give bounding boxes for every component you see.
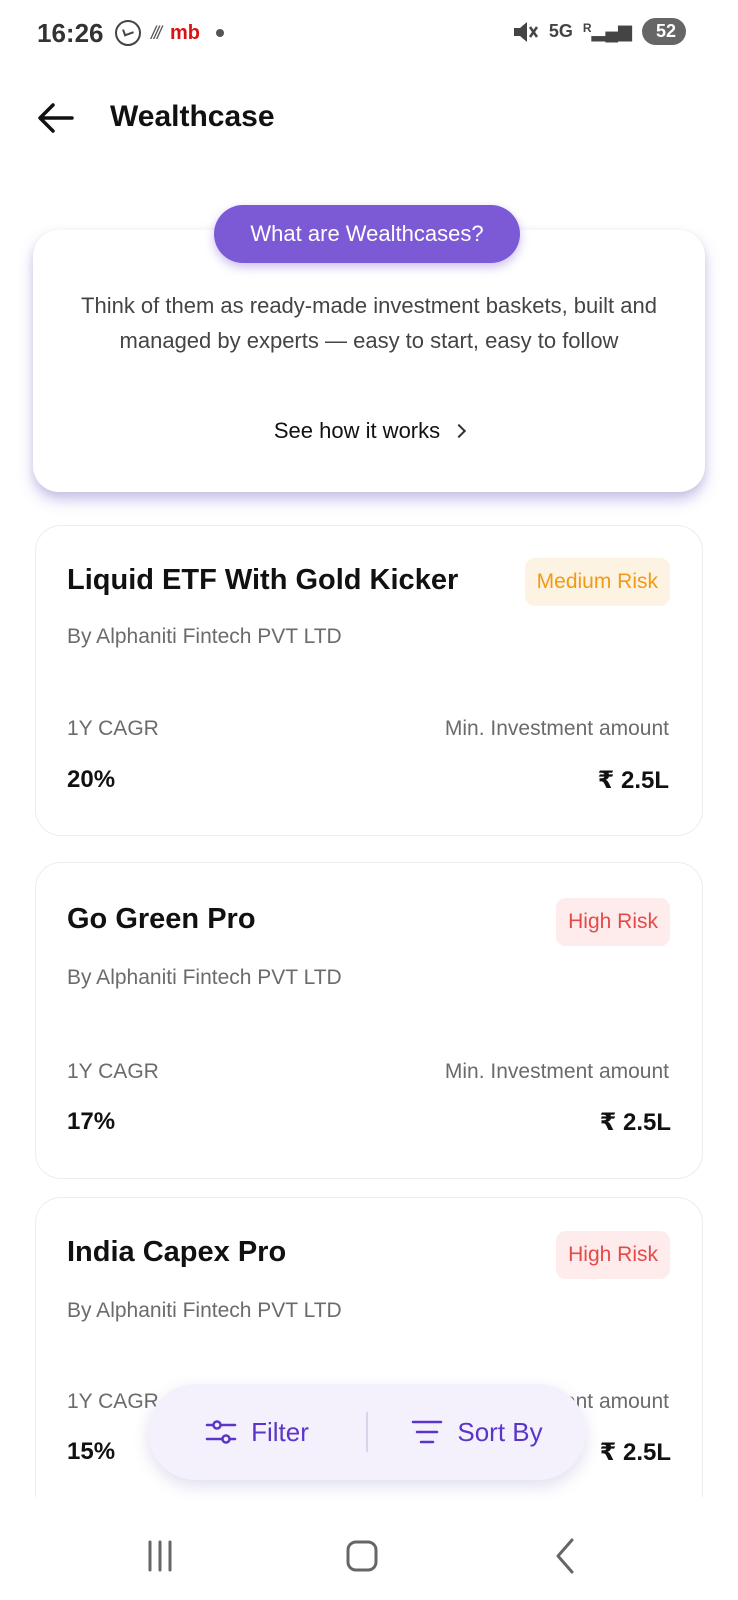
cagr-label: 1Y CAGR	[67, 717, 159, 740]
fund-name: Liquid ETF With Gold Kicker	[67, 564, 459, 596]
cagr-label: 1Y CAGR	[67, 1060, 159, 1083]
status-bar: 16:26 /// mb 5G R▂▄▆ 52	[0, 0, 738, 70]
home-icon	[346, 1540, 378, 1572]
fund-card-go-green-pro[interactable]: Go Green Pro High Risk By Alphaniti Fint…	[35, 862, 703, 1179]
recent-apps-icon	[148, 1540, 172, 1572]
page-title: Wealthcase	[110, 100, 275, 133]
cagr-label: 1Y CAGR	[67, 1390, 159, 1413]
arrow-left-icon	[38, 103, 74, 133]
info-description: Think of them as ready-made investment b…	[81, 293, 657, 353]
carrier-text: mb	[170, 21, 201, 44]
fund-provider: By Alphaniti Fintech PVT LTD	[67, 1299, 342, 1322]
battery-indicator: 52	[641, 18, 686, 45]
filter-label: Filter	[251, 1416, 309, 1447]
min-investment-value: ₹ 2.5L	[599, 1109, 671, 1136]
system-back-button[interactable]	[544, 1534, 588, 1578]
risk-badge: High Risk	[556, 898, 670, 946]
cagr-value: 20%	[67, 766, 116, 793]
see-how-it-works-link[interactable]: See how it works	[0, 418, 738, 444]
signal-icon: R▂▄▆	[582, 21, 632, 41]
risk-badge: High Risk	[556, 1231, 670, 1279]
more-notifications-icon	[216, 29, 225, 37]
fund-provider: By Alphaniti Fintech PVT LTD	[67, 625, 342, 648]
fund-name: Go Green Pro	[67, 903, 256, 935]
filter-button[interactable]: Filter	[148, 1384, 366, 1480]
signal-roaming-label: R	[582, 21, 592, 35]
system-nav-bar	[0, 1516, 738, 1600]
filter-sort-bar: Filter Sort By	[148, 1384, 586, 1480]
home-button[interactable]	[340, 1534, 384, 1578]
info-card	[33, 230, 705, 492]
fund-name: India Capex Pro	[67, 1236, 287, 1268]
fund-provider: By Alphaniti Fintech PVT LTD	[67, 966, 342, 989]
see-how-it-works-label: See how it works	[273, 418, 441, 443]
status-time: 16:26	[37, 18, 104, 48]
sort-lines-icon	[412, 1420, 443, 1444]
sliders-icon	[205, 1420, 237, 1444]
status-system-icons: 5G R▂▄▆ 52	[511, 18, 686, 45]
fund-card-liquid-etf[interactable]: Liquid ETF With Gold Kicker Medium Risk …	[35, 525, 703, 836]
recent-apps-button[interactable]	[140, 1534, 184, 1578]
mute-icon	[513, 21, 538, 42]
app-header: Wealthcase	[0, 88, 738, 148]
min-investment-label: Min. Investment amount	[444, 717, 669, 740]
sort-by-button[interactable]: Sort By	[368, 1384, 586, 1480]
min-investment-value: ₹ 2.5L	[597, 767, 669, 794]
data-saver-icon: ///	[151, 22, 162, 43]
chevron-left-icon	[556, 1538, 574, 1574]
min-investment-label: Min. Investment amount	[444, 1060, 669, 1083]
status-notification-icons: /// mb	[115, 20, 225, 46]
back-button[interactable]	[36, 98, 76, 138]
min-investment-value: ₹ 2.5L	[599, 1439, 671, 1466]
risk-badge: Medium Risk	[524, 558, 670, 606]
chevron-right-icon	[452, 423, 467, 439]
whatsapp-icon	[115, 20, 141, 46]
cagr-value: 17%	[67, 1108, 116, 1135]
cagr-value: 15%	[67, 1438, 116, 1465]
sort-by-label: Sort By	[457, 1416, 543, 1447]
network-type-icon: 5G	[548, 21, 573, 41]
what-are-wealthcases-pill[interactable]: What are Wealthcases?	[214, 205, 520, 263]
